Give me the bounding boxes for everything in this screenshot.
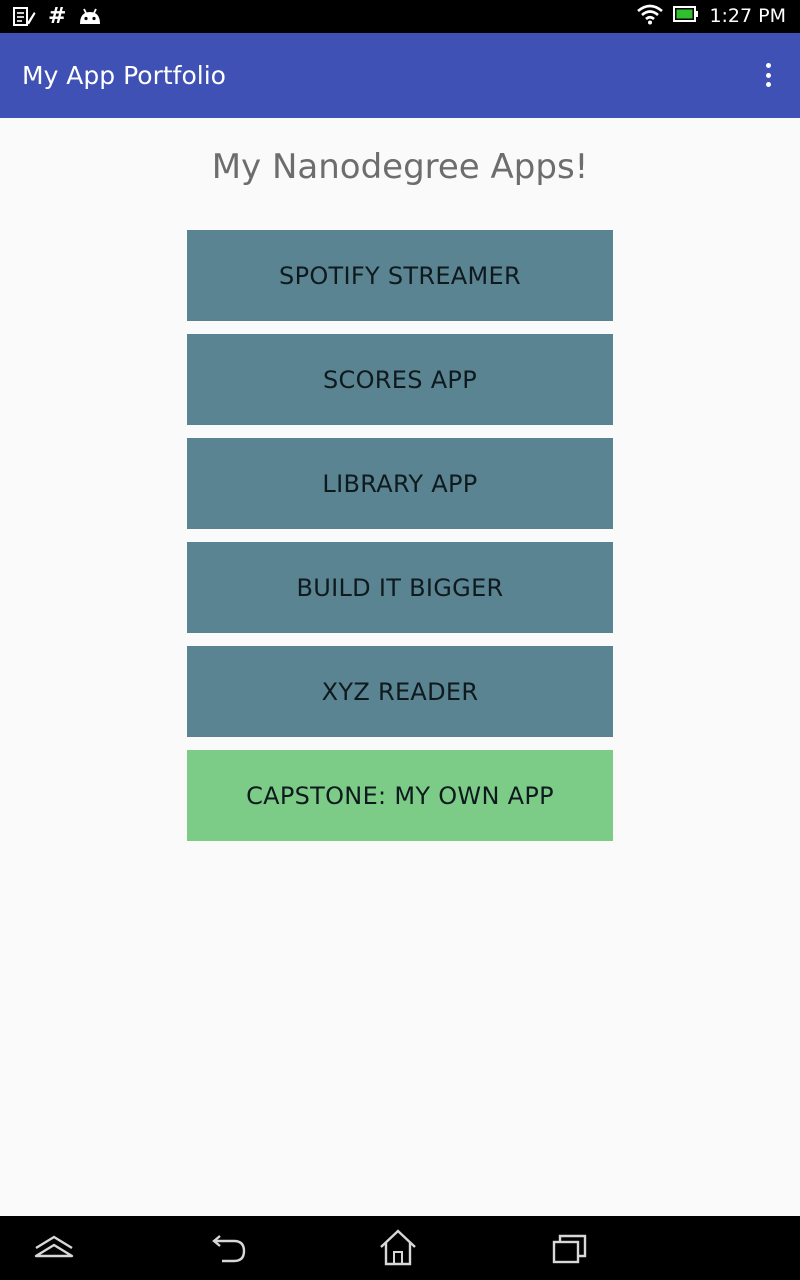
wifi-icon [637,3,664,30]
notes-icon [12,6,36,28]
home-icon[interactable] [376,1228,420,1268]
recents-icon[interactable] [548,1228,592,1268]
capstone-button[interactable]: CAPSTONE: MY OWN APP [187,750,613,841]
menu-dot [765,82,771,87]
android-icon [78,7,102,27]
clock: 1:27 PM [709,5,786,27]
library-app-button[interactable]: LIBRARY APP [187,438,613,529]
build-it-bigger-button[interactable]: BUILD IT BIGGER [187,542,613,633]
spotify-streamer-button[interactable]: SPOTIFY STREAMER [187,230,613,321]
status-bar: # 1:27 PM [0,0,800,33]
status-notifications: # [12,5,102,29]
scores-app-button[interactable]: SCORES APP [187,334,613,425]
battery-icon [673,5,699,28]
more-vert-icon[interactable] [764,63,772,87]
menu-dot [765,72,771,78]
hash-icon: # [48,4,67,29]
xyz-reader-button[interactable]: XYZ READER [187,646,613,737]
app-title: My App Portfolio [22,61,226,90]
status-system: 1:27 PM [637,4,786,28]
collapse-icon[interactable] [32,1228,76,1268]
menu-dot [765,63,771,68]
page-heading: My Nanodegree Apps! [211,147,589,187]
navigation-bar [0,1216,800,1280]
app-bar: My App Portfolio [0,33,800,118]
back-icon[interactable] [206,1228,250,1268]
